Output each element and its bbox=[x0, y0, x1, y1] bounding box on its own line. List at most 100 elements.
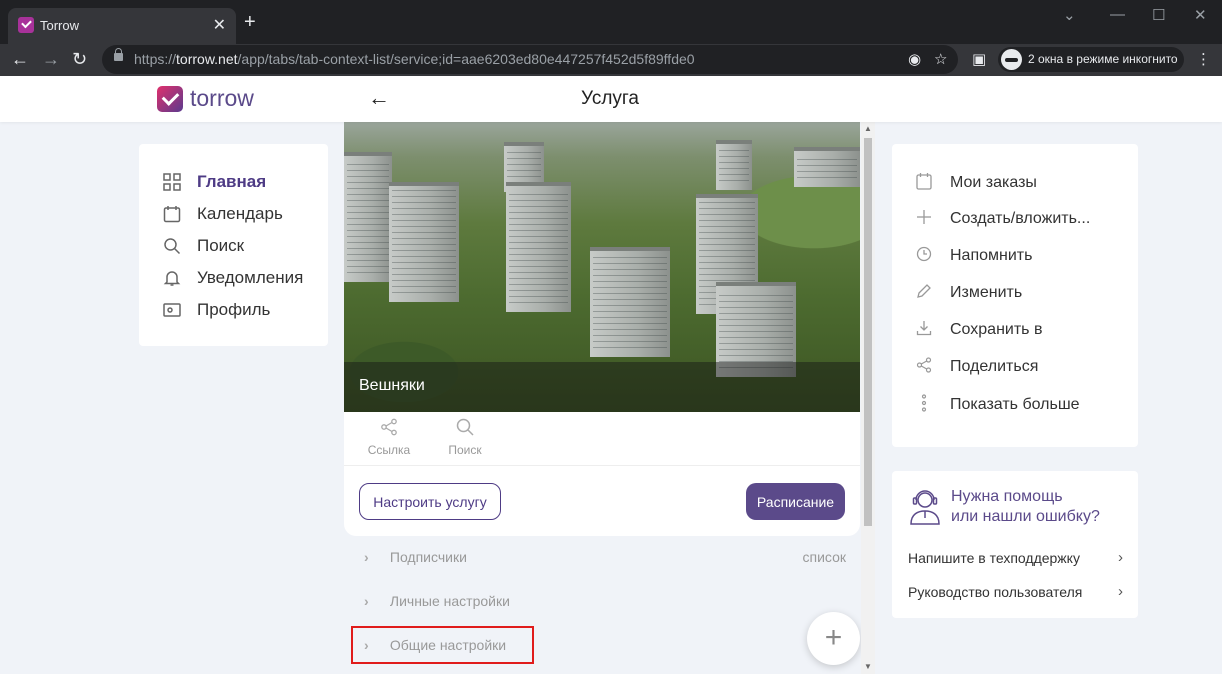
back-arrow-icon[interactable]: ← bbox=[368, 85, 390, 111]
nav-item-calendar[interactable]: Календарь bbox=[163, 204, 283, 224]
incognito-indicator[interactable]: 2 окна в режиме инкогнито bbox=[998, 47, 1184, 72]
nav-item-home[interactable]: Главная bbox=[163, 172, 266, 192]
lock-icon bbox=[114, 48, 123, 61]
menu-item-label: Показать больше bbox=[950, 396, 1080, 413]
star-icon[interactable]: ☆ bbox=[934, 50, 947, 68]
close-tab-icon[interactable]: ✕ bbox=[213, 15, 226, 35]
scrollbar[interactable]: ▲ ▼ bbox=[861, 122, 875, 674]
calendar-icon bbox=[163, 205, 181, 223]
orders-icon bbox=[914, 172, 934, 194]
menu-item-remind[interactable]: Напомнить bbox=[914, 246, 1032, 266]
plus-icon bbox=[914, 209, 934, 229]
share-icon bbox=[359, 418, 419, 441]
menu-item-save-to[interactable]: Сохранить в bbox=[914, 320, 1042, 340]
action-label: Ссылка bbox=[367, 443, 411, 457]
list-item-value: список bbox=[802, 549, 846, 565]
service-name: Вешняки bbox=[359, 377, 425, 394]
browser-titlebar: Torrow ✕ + ⌄ — ☐ ✕ bbox=[0, 0, 1222, 44]
reload-icon[interactable]: ↻ bbox=[72, 48, 87, 70]
menu-item-label: Мои заказы bbox=[950, 174, 1037, 191]
action-label: Поиск bbox=[448, 443, 482, 457]
torrow-favicon-icon bbox=[18, 17, 34, 33]
scroll-up-icon[interactable]: ▲ bbox=[864, 124, 872, 133]
menu-item-edit[interactable]: Изменить bbox=[914, 283, 1022, 303]
link-action[interactable]: Ссылка bbox=[359, 418, 419, 457]
right-menu-card: Мои заказы Создать/вложить... Напомнить … bbox=[892, 144, 1138, 447]
bell-icon bbox=[163, 269, 181, 287]
help-title-line: Нужна помощь bbox=[951, 488, 1063, 505]
nav-item-search[interactable]: Поиск bbox=[163, 236, 244, 256]
browser-tab[interactable]: Torrow ✕ bbox=[8, 8, 236, 44]
search-icon bbox=[163, 237, 181, 255]
support-link[interactable]: Напишите в техподдержку › bbox=[908, 549, 1123, 566]
forward-icon[interactable]: → bbox=[42, 48, 60, 70]
nav-item-label: Поиск bbox=[197, 236, 245, 255]
logo-text[interactable]: torrow bbox=[190, 85, 254, 112]
chevron-right-icon: › bbox=[1118, 583, 1123, 600]
chevron-right-icon: › bbox=[364, 549, 369, 565]
menu-item-label: Изменить bbox=[950, 284, 1023, 301]
action-row: Ссылка Поиск bbox=[344, 412, 860, 466]
grid-icon bbox=[163, 173, 181, 191]
browser-menu-icon[interactable]: ⋮ bbox=[1196, 50, 1211, 68]
menu-item-create[interactable]: Создать/вложить... bbox=[914, 209, 1090, 229]
tab-search-icon[interactable]: ⌄ bbox=[1063, 6, 1076, 24]
scroll-down-icon[interactable]: ▼ bbox=[864, 662, 872, 671]
nav-item-label: Профиль bbox=[197, 300, 271, 319]
nav-item-label: Уведомления bbox=[197, 268, 304, 287]
scroll-thumb[interactable] bbox=[864, 138, 872, 526]
url-text[interactable]: https://torrow.net/app/tabs/tab-context-… bbox=[134, 51, 695, 67]
menu-item-label: Поделиться bbox=[950, 358, 1039, 375]
menu-item-share[interactable]: Поделиться bbox=[914, 357, 1038, 377]
nav-item-notifications[interactable]: Уведомления bbox=[163, 268, 303, 288]
search-action[interactable]: Поиск bbox=[435, 418, 495, 457]
support-agent-icon bbox=[908, 487, 942, 525]
download-icon bbox=[914, 320, 934, 340]
torrow-logo-icon[interactable] bbox=[157, 86, 183, 112]
add-fab-button[interactable]: + bbox=[807, 612, 860, 665]
menu-item-show-more[interactable]: Показать больше bbox=[914, 394, 1080, 416]
share-icon bbox=[914, 357, 934, 377]
close-window-icon[interactable]: ✕ bbox=[1194, 6, 1207, 24]
service-cover-image[interactable]: Вешняки bbox=[344, 122, 860, 412]
nav-item-label: Календарь bbox=[197, 204, 283, 223]
more-vertical-icon bbox=[914, 394, 934, 416]
help-card: Нужна помощь или нашли ошибку? Напишите … bbox=[892, 471, 1138, 618]
list-item-label: Личные настройки bbox=[389, 593, 510, 609]
service-panel: Вешняки Ссылка Поиск Настроить услугу Ра… bbox=[344, 122, 860, 674]
maximize-icon[interactable]: ☐ bbox=[1152, 6, 1165, 24]
app-header: torrow ← Услуга bbox=[0, 76, 1222, 122]
pencil-icon bbox=[914, 283, 934, 303]
schedule-button[interactable]: Расписание bbox=[746, 483, 845, 520]
minimize-icon[interactable]: — bbox=[1110, 6, 1125, 23]
highlight-box bbox=[351, 626, 534, 664]
browser-toolbar: ← → ↻ https://torrow.net/app/tabs/tab-co… bbox=[0, 44, 1222, 76]
tab-title: Torrow bbox=[40, 18, 80, 33]
back-icon[interactable]: ← bbox=[11, 48, 29, 70]
side-panel-icon[interactable]: ▣ bbox=[972, 50, 986, 68]
help-title-line: или нашли ошибку? bbox=[951, 508, 1100, 525]
user-guide-link[interactable]: Руководство пользователя › bbox=[908, 583, 1123, 600]
page-title: Услуга bbox=[581, 88, 639, 109]
profile-icon bbox=[163, 301, 181, 319]
nav-item-label: Главная bbox=[197, 172, 267, 191]
list-item-subscribers[interactable]: › Подписчики список bbox=[364, 549, 854, 565]
list-item-personal-settings[interactable]: › Личные настройки bbox=[364, 593, 854, 609]
clock-icon bbox=[914, 246, 934, 266]
incognito-label: 2 окна в режиме инкогнито bbox=[1028, 52, 1178, 66]
page: torrow ← Услуга Главная Календарь Поиск bbox=[0, 76, 1222, 674]
menu-item-label: Сохранить в bbox=[950, 321, 1043, 338]
menu-item-my-orders[interactable]: Мои заказы bbox=[914, 172, 1037, 194]
help-title: Нужна помощь или нашли ошибку? bbox=[951, 487, 1100, 527]
new-tab-button[interactable]: + bbox=[244, 12, 256, 32]
left-nav-card: Главная Календарь Поиск Уведомления Проф… bbox=[139, 144, 328, 346]
third-party-cookie-icon[interactable]: ◉ bbox=[908, 50, 921, 68]
incognito-icon bbox=[1001, 49, 1022, 70]
address-bar[interactable]: https://torrow.net/app/tabs/tab-context-… bbox=[102, 45, 958, 74]
chevron-right-icon: › bbox=[1118, 549, 1123, 566]
nav-item-profile[interactable]: Профиль bbox=[163, 300, 270, 320]
list-item-label: Подписчики bbox=[389, 549, 467, 565]
menu-item-label: Напомнить bbox=[950, 247, 1033, 264]
menu-item-label: Создать/вложить... bbox=[950, 210, 1091, 227]
configure-service-button[interactable]: Настроить услугу bbox=[359, 483, 501, 520]
